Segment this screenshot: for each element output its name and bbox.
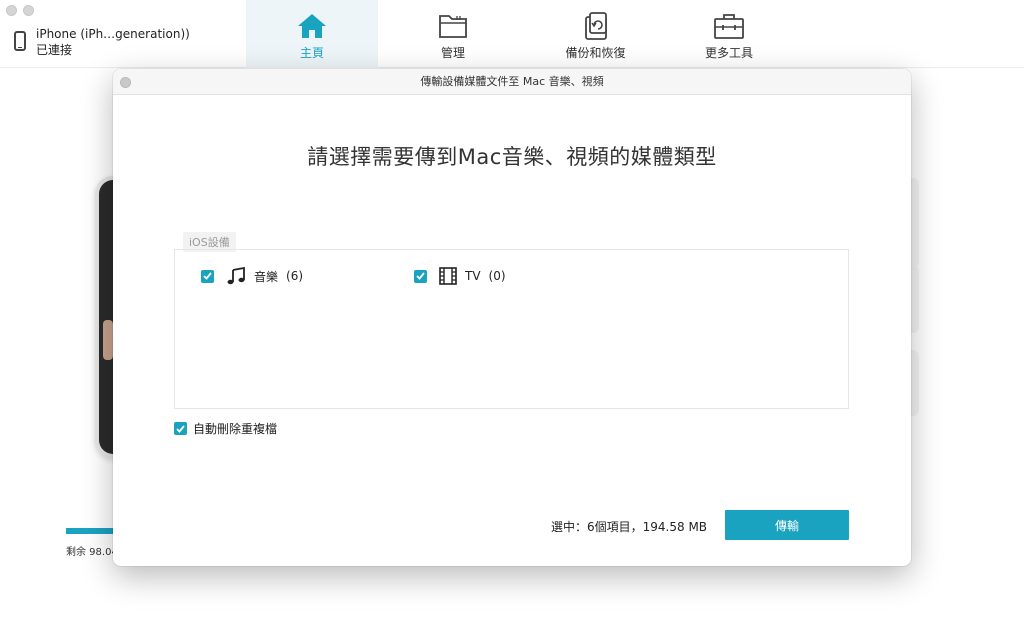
toolbox-icon <box>713 12 745 40</box>
nav-manage[interactable]: 管理 <box>378 0 528 68</box>
selection-summary: 選中：6個項目，194.58 MB <box>551 520 708 534</box>
device-name: iPhone (iPh…generation)) <box>36 27 190 41</box>
media-type-group: 音樂 (6) TV (0) <box>174 249 849 409</box>
top-bar: iPhone (iPh…generation)) 已連接 主頁 管理 備份和恢復 <box>0 0 1024 68</box>
media-item-tv[interactable]: TV (0) <box>414 267 506 285</box>
music-note-icon <box>226 267 246 285</box>
nav-home[interactable]: 主頁 <box>246 0 378 68</box>
film-icon <box>439 267 457 285</box>
device-status: 已連接 <box>36 43 73 57</box>
main-nav: 主頁 管理 備份和恢復 更多工具 <box>246 0 795 68</box>
window-controls <box>6 5 34 16</box>
music-count: (6) <box>286 269 304 283</box>
tv-count: (0) <box>488 269 506 283</box>
device-info[interactable]: iPhone (iPh…generation)) 已連接 <box>14 26 190 58</box>
nav-backup-restore[interactable]: 備份和恢復 <box>528 0 663 68</box>
nav-home-label: 主頁 <box>299 46 324 60</box>
home-icon <box>297 12 327 40</box>
transfer-button[interactable]: 傳輸 <box>725 510 849 540</box>
dialog-close-button[interactable] <box>120 77 131 88</box>
window-minimize-button[interactable] <box>23 5 34 16</box>
tv-checkbox[interactable] <box>414 269 427 283</box>
music-label: 音樂 <box>254 269 279 284</box>
phone-icon <box>14 31 26 51</box>
transfer-media-dialog: 傳輸設備媒體文件至 Mac 音樂、視頻 請選擇需要傳到Mac音樂、視頻的媒體類型… <box>113 69 911 566</box>
media-item-music[interactable]: 音樂 (6) <box>201 267 303 285</box>
backup-restore-icon <box>581 12 611 40</box>
tv-label: TV <box>465 269 481 283</box>
dialog-title: 傳輸設備媒體文件至 Mac 音樂、視頻 <box>420 75 604 88</box>
storage-remaining-text: 剩余 98.04 <box>66 547 118 558</box>
nav-manage-label: 管理 <box>440 46 465 60</box>
nav-more-tools[interactable]: 更多工具 <box>663 0 795 68</box>
auto-dedupe-option[interactable]: 自動刪除重複檔 <box>174 420 277 437</box>
window-close-button[interactable] <box>6 5 17 16</box>
auto-dedupe-checkbox[interactable] <box>174 422 187 435</box>
nav-more-tools-label: 更多工具 <box>704 46 753 60</box>
dialog-heading: 請選擇需要傳到Mac音樂、視頻的媒體類型 <box>307 145 717 169</box>
nav-backup-restore-label: 備份和恢復 <box>565 46 626 60</box>
folder-icon <box>438 12 468 40</box>
dialog-titlebar: 傳輸設備媒體文件至 Mac 音樂、視頻 <box>113 69 911 95</box>
music-checkbox[interactable] <box>201 269 214 283</box>
auto-dedupe-label: 自動刪除重複檔 <box>193 422 278 436</box>
